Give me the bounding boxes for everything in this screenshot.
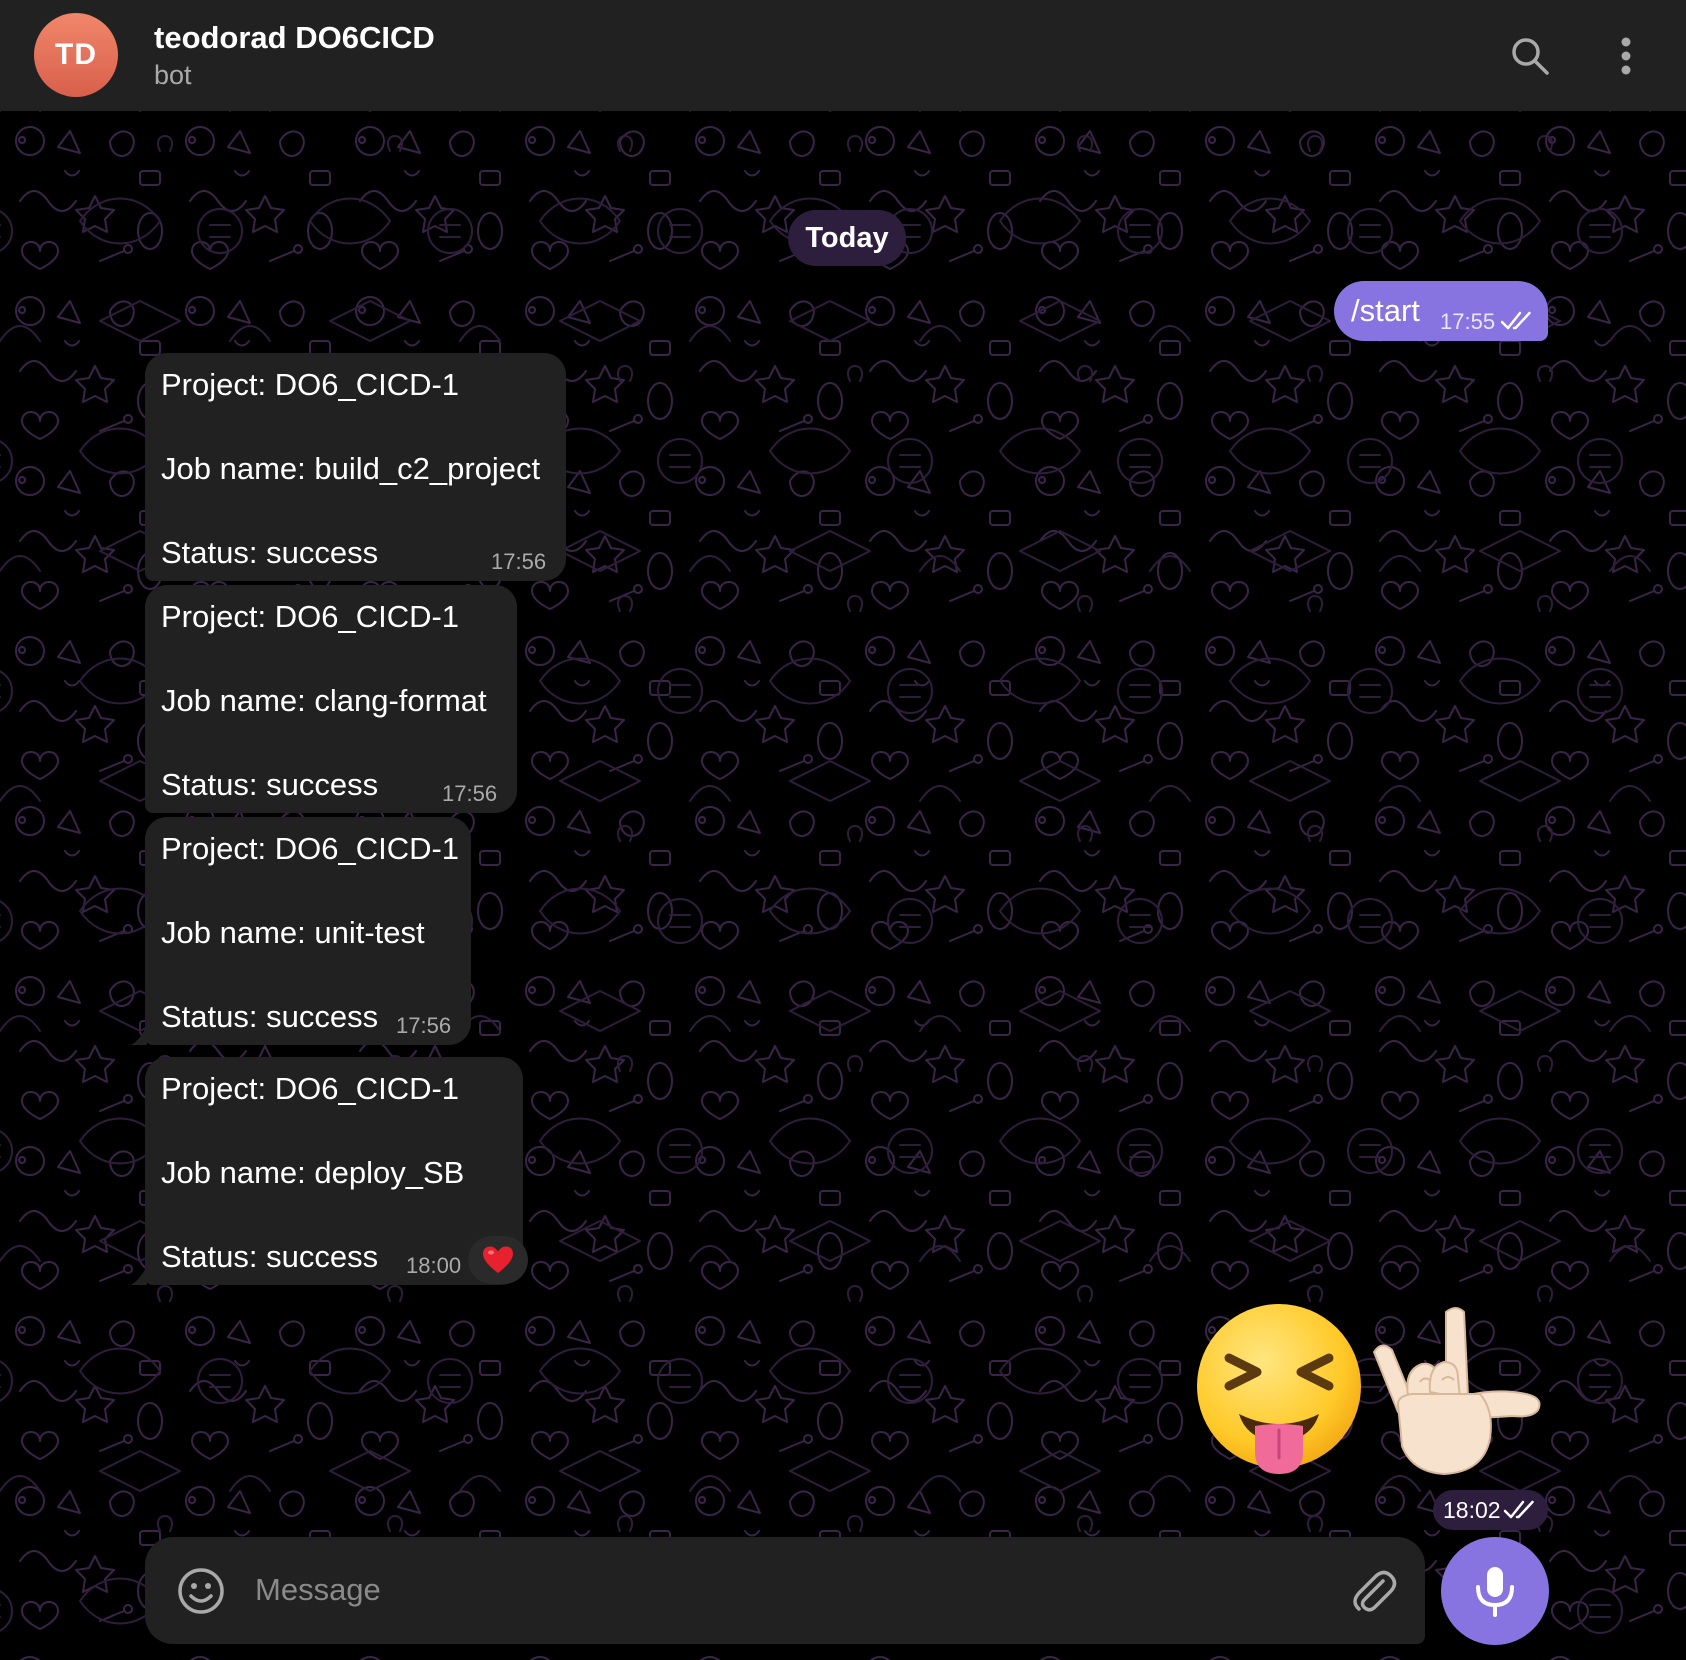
bubble-tail xyxy=(131,1025,147,1045)
squinting-tongue-face-icon xyxy=(1197,1304,1361,1474)
status-line: Status: success xyxy=(161,999,379,1034)
incoming-message[interactable]: Project: DO6_CICD-1 Job name: build_c2_p… xyxy=(145,353,566,581)
message-time: 17:55 xyxy=(1440,309,1496,334)
message-time: 18:00 xyxy=(406,1253,462,1278)
more-options-button[interactable] xyxy=(1600,30,1652,82)
message-composer xyxy=(145,1537,1425,1644)
paperclip-icon xyxy=(1353,1570,1397,1612)
avatar[interactable]: TD xyxy=(34,13,118,97)
double-check-icon xyxy=(1503,1500,1534,1519)
reaction-badge[interactable] xyxy=(468,1236,528,1284)
job-line: Job name: deploy_SB xyxy=(161,1155,465,1190)
project-line: Project: DO6_CICD-1 xyxy=(161,599,460,634)
incoming-message[interactable]: Project: DO6_CICD-1 Job name: clang-form… xyxy=(145,585,517,813)
message-time: 17:56 xyxy=(442,781,498,806)
chat-header: TD teodorad DO6CICD bot xyxy=(0,0,1686,111)
chat-title[interactable]: teodorad DO6CICD xyxy=(154,20,435,56)
message-input[interactable] xyxy=(255,1559,1255,1621)
sticker-time-badge: 18:02 xyxy=(1433,1490,1548,1530)
more-vertical-icon xyxy=(1621,37,1631,75)
incoming-message[interactable]: Project: DO6_CICD-1 Job name: deploy_SB … xyxy=(131,1057,523,1285)
squinting-tongue-face-sticker[interactable] xyxy=(1193,1302,1365,1483)
status-line: Status: success xyxy=(161,767,379,802)
message-time: 18:02 xyxy=(1443,1497,1501,1523)
project-line: Project: DO6_CICD-1 xyxy=(161,367,460,402)
message-time: 17:56 xyxy=(396,1013,452,1038)
love-you-gesture-sticker[interactable] xyxy=(1368,1300,1548,1485)
job-line: Job name: clang-format xyxy=(161,683,487,718)
job-line: Job name: build_c2_project xyxy=(161,451,541,486)
outgoing-message[interactable]: /start 17:55 xyxy=(1334,281,1548,341)
date-separator: Today xyxy=(788,210,906,266)
telegram-chat-window: TD teodorad DO6CICD bot Today /start 17:… xyxy=(0,0,1686,1660)
voice-record-button[interactable] xyxy=(1441,1537,1549,1645)
bubble-tail xyxy=(131,1265,147,1285)
chat-subtitle: bot xyxy=(154,60,192,90)
status-line: Status: success xyxy=(161,1239,379,1274)
search-icon xyxy=(1512,38,1549,75)
incoming-message[interactable]: Project: DO6_CICD-1 Job name: unit-test … xyxy=(131,817,471,1045)
double-check-icon xyxy=(1500,311,1531,330)
love-you-gesture-icon xyxy=(1373,1307,1541,1475)
project-line: Project: DO6_CICD-1 xyxy=(161,1071,460,1106)
message-time: 17:56 xyxy=(491,549,547,574)
smile-icon xyxy=(178,1568,224,1614)
emoji-button[interactable] xyxy=(175,1565,227,1617)
heart-icon xyxy=(483,1246,513,1273)
search-button[interactable] xyxy=(1504,30,1556,82)
attach-button[interactable] xyxy=(1345,1563,1401,1619)
job-line: Job name: unit-test xyxy=(161,915,425,950)
microphone-icon xyxy=(1476,1567,1514,1617)
project-line: Project: DO6_CICD-1 xyxy=(161,831,460,866)
message-text: /start xyxy=(1351,293,1420,328)
status-line: Status: success xyxy=(161,535,379,570)
